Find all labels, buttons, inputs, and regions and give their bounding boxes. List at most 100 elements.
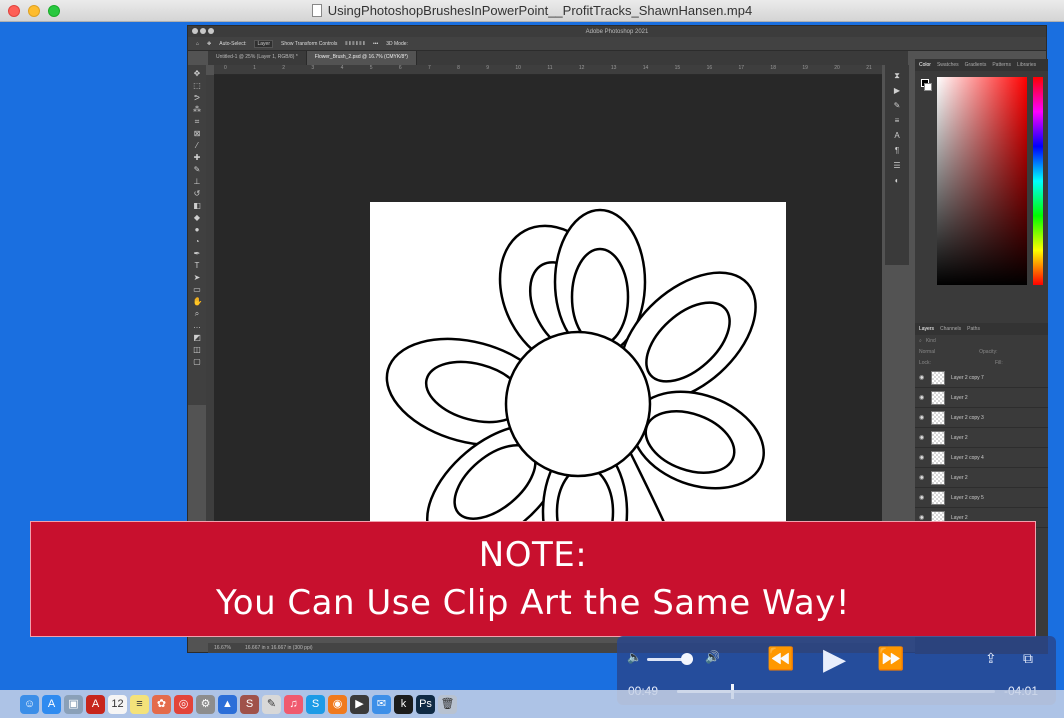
window-title-bar: UsingPhotoshopBrushesInPowerPoint__Profi… — [0, 0, 1064, 22]
layer-list: ◉ Layer 2 copy 7 ◉ Layer 2 ◉ Layer 2 copy 3… — [915, 368, 1048, 528]
tab-libraries: Libraries — [1016, 62, 1037, 68]
rewind-button[interactable]: ⏪ — [767, 646, 794, 672]
tab-untitled: Untitled-1 @ 25% (Layer 1, RGB/8) * — [208, 51, 307, 65]
ruler-tick: 5 — [369, 65, 373, 71]
layer-row: ◉ Layer 2 copy 4 — [915, 448, 1048, 468]
picture-in-picture-button[interactable]: ⧉ — [1023, 650, 1033, 667]
filter-search-icon: ⌕ — [919, 337, 922, 344]
layer-row: ◉ Layer 2 — [915, 468, 1048, 488]
layer-name: Layer 2 — [951, 514, 968, 521]
tab-flower-brush: Flower_Brush_2.psd @ 16.7% (CMYK/8*) — [306, 51, 417, 65]
ruler-tick: 20 — [834, 65, 840, 71]
kindle-icon[interactable]: k — [394, 694, 413, 714]
photoshop-app-title: Adobe Photoshop 2021 — [585, 28, 649, 35]
tab-color: Color — [919, 62, 931, 68]
paragraph-panel-icon: ¶ — [894, 146, 900, 155]
textedit-icon[interactable]: ✎ — [262, 694, 281, 714]
notes-icon[interactable]: ≡ — [130, 694, 149, 714]
color-panel-tabs: Color Swatches Gradients Patterns Librar… — [915, 59, 1048, 71]
tab-paths: Paths — [967, 326, 980, 332]
lock-row: Lock: Fill: — [915, 357, 1048, 368]
maximize-window-button[interactable] — [48, 5, 60, 17]
music-icon[interactable]: ♫ — [284, 694, 303, 714]
acrobat-icon[interactable]: A — [86, 694, 105, 714]
layer-row: ◉ Layer 2 copy 7 — [915, 368, 1048, 388]
window-title: UsingPhotoshopBrushesInPowerPoint__Profi… — [311, 3, 753, 18]
history-panel-icon: ⧗ — [894, 71, 900, 80]
video-file-icon — [311, 4, 322, 17]
ruler-tick: 9 — [486, 65, 490, 71]
volume-knob[interactable] — [681, 653, 694, 665]
photos-icon[interactable]: ✿ — [152, 694, 171, 714]
background-color-swatch — [924, 83, 932, 91]
eye-icon: ◉ — [919, 515, 925, 521]
tab-channels: Channels — [940, 326, 962, 332]
layer-thumbnail — [931, 490, 945, 505]
layer-name: Layer 2 — [951, 474, 968, 481]
minimize-window-button[interactable] — [28, 5, 40, 17]
photoshop-toolbar: ✥ ⬚ ᕗ ⁂ ⌗ ⊠ ⁄ ✚ ✎ ⊥ ↺ ◧ ◆ ● ◔ ✒ T ➤ ▭ ✋ … — [188, 65, 206, 405]
fast-forward-button[interactable]: ⏩ — [877, 646, 904, 672]
photoshop-options-bar: ⌂ ✥ Auto-Select: Layer Show Transform Co… — [188, 37, 1046, 51]
ruler-tick: 10 — [515, 65, 521, 71]
paint-bucket-icon: ◆ — [193, 213, 201, 222]
brush-tool-icon: ✎ — [193, 165, 201, 174]
layer-name: Layer 2 copy 5 — [951, 494, 984, 501]
tab-layers: Layers — [919, 326, 935, 332]
layer-thumbnail — [931, 430, 945, 445]
marquee-tool-icon: ⬚ — [193, 81, 201, 90]
align-icons: ⫴ ⫴ ⫴ ⫴ ⫴ ⫴ — [345, 40, 365, 47]
magic-wand-icon: ⁂ — [193, 105, 201, 114]
ruler-tick: 4 — [340, 65, 344, 71]
layer-name: Layer 2 copy 3 — [951, 414, 984, 421]
ps-max-dot — [208, 28, 214, 34]
brush-settings-icon: ≡ — [894, 116, 900, 125]
share-button[interactable]: ⇪ — [985, 650, 997, 667]
tab-patterns: Patterns — [992, 62, 1011, 68]
app-store-icon[interactable]: A — [42, 694, 61, 714]
lock-label: Lock: — [919, 359, 931, 366]
layer-thumbnail — [931, 450, 945, 465]
finder-icon[interactable]: ☺ — [20, 694, 39, 714]
actions-panel-icon: ▶ — [893, 86, 901, 95]
blend-mode-row: Normal Opacity: — [915, 346, 1048, 357]
move-tool-icon: ✥ — [207, 40, 212, 47]
volume-high-icon[interactable]: 🔊 — [705, 650, 720, 664]
system-prefs-icon[interactable]: ⚙ — [196, 694, 215, 714]
ruler-tick: 1 — [253, 65, 256, 71]
home-icon: ⌂ — [196, 40, 200, 47]
firefox-icon[interactable]: ◉ — [328, 694, 347, 714]
note-banner: NOTE: You Can Use Clip Art the Same Way! — [30, 521, 1036, 637]
skype-icon[interactable]: S — [306, 694, 325, 714]
layer-thumbnail — [931, 470, 945, 485]
ruler-tick: 15 — [674, 65, 681, 71]
more-tools-icon: … — [193, 321, 201, 330]
panel-icon-strip: ⧗ ▶ ✎ ≡ A ¶ ☰ ◐ — [885, 65, 909, 265]
photoshop-icon[interactable]: Ps — [416, 694, 435, 714]
window-title-text: UsingPhotoshopBrushesInPowerPoint__Profi… — [327, 3, 753, 18]
path-select-icon: ➤ — [193, 273, 201, 282]
quicktime-icon[interactable]: ▶ — [350, 694, 369, 714]
play-button[interactable]: ▶ — [823, 642, 846, 677]
calendar-icon[interactable]: 12 — [108, 694, 127, 714]
mail-icon[interactable]: ✉ — [372, 694, 391, 714]
chrome-icon[interactable]: ◎ — [174, 694, 193, 714]
ruler-tick: 19 — [802, 65, 808, 71]
scrivener-icon[interactable]: S — [240, 694, 259, 714]
color-swatches-icon: ◩ — [193, 333, 201, 342]
close-window-button[interactable] — [8, 5, 20, 17]
layer-name: Layer 2 copy 4 — [951, 454, 984, 461]
layer-name: Layer 2 copy 7 — [951, 374, 984, 381]
trash-icon[interactable]: 🗑 — [438, 694, 457, 714]
keynote-icon[interactable]: ▲ — [218, 694, 237, 714]
pen-tool-icon: ✒ — [193, 249, 201, 258]
preview-icon[interactable]: ▣ — [64, 694, 83, 714]
volume-low-icon[interactable]: 🔈 — [627, 650, 642, 664]
tab-gradients: Gradients — [964, 62, 987, 68]
color-picker-field — [937, 77, 1027, 285]
screen-mode-icon: ▢ — [193, 357, 201, 366]
status-zoom: 16.67% — [214, 645, 231, 651]
blur-tool-icon: ● — [194, 225, 200, 234]
layers-panel-tabs: Layers Channels Paths — [915, 323, 1048, 335]
ruler-tick: 11 — [547, 65, 553, 71]
